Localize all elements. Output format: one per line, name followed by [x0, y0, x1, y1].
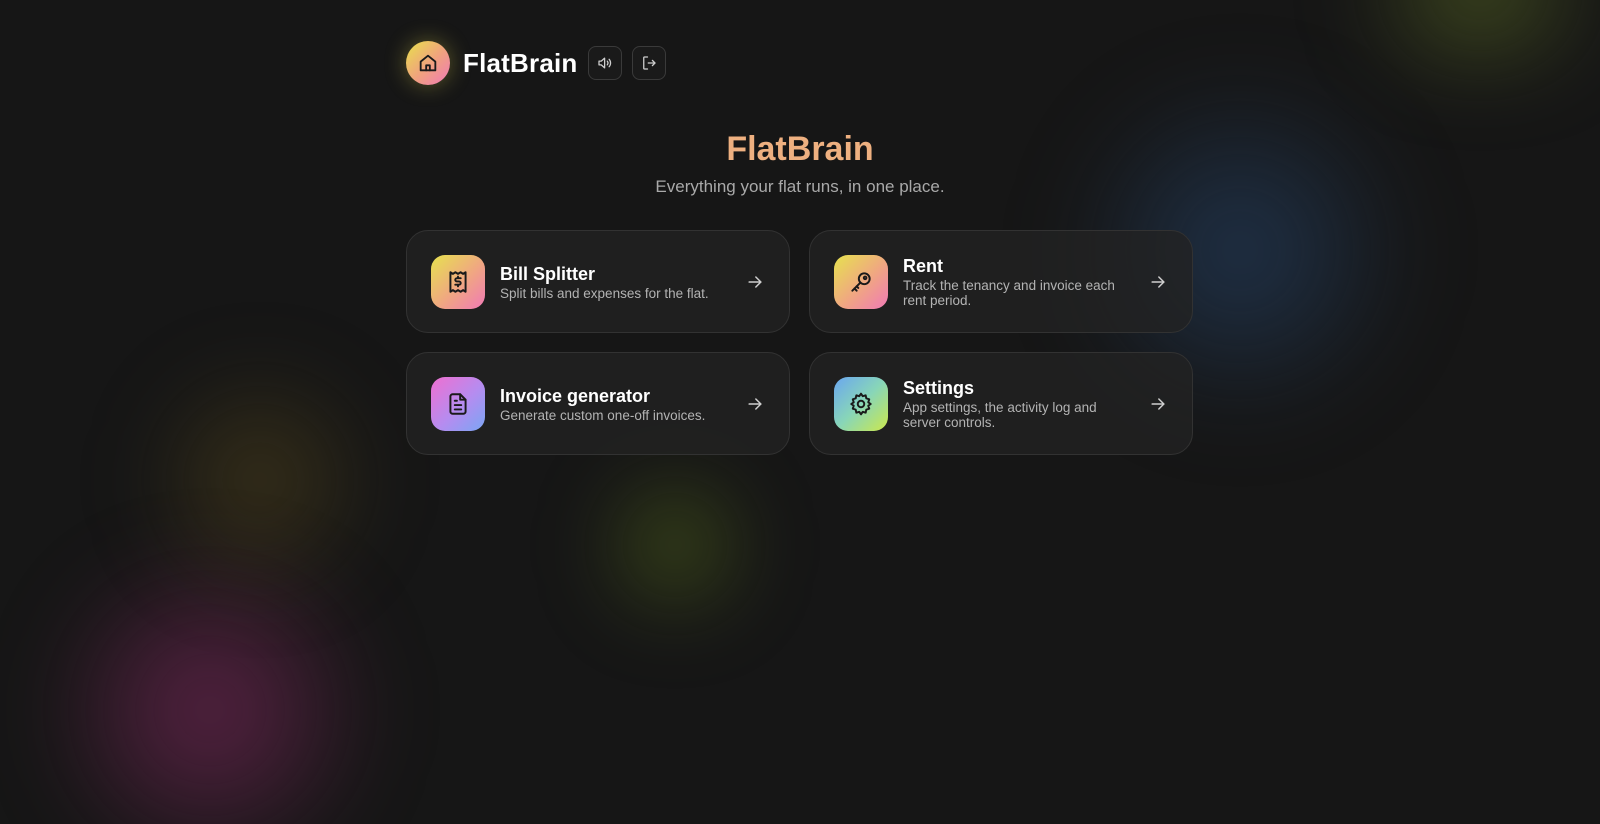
arrow-right-icon [748, 397, 762, 410]
home-logo-button[interactable] [406, 41, 450, 85]
key-icon [851, 271, 871, 292]
card-title: Bill Splitter [500, 263, 596, 284]
arrow-right-icon [748, 275, 762, 288]
bill-splitter-tile [431, 254, 485, 309]
brand-name: FlatBrain [463, 47, 578, 78]
rent-tile [834, 254, 888, 309]
gear-icon [850, 392, 872, 415]
card-description: App settings, the activity log and serve… [903, 400, 1097, 430]
rent-card[interactable]: Rent Track the tenancy and invoice each … [809, 230, 1193, 333]
card-title: Rent [903, 256, 943, 276]
background-glow [0, 0, 1600, 824]
invoice-generator-card[interactable]: Invoice generator Generate custom one-of… [406, 352, 790, 455]
document-icon [449, 392, 467, 415]
sound-button[interactable] [588, 46, 623, 80]
speaker-icon [598, 57, 612, 69]
invoice-generator-tile [431, 376, 485, 431]
receipt-icon [449, 270, 467, 293]
logout-icon [643, 56, 657, 70]
arrow-right-icon [1151, 397, 1165, 410]
card-title: Settings [903, 378, 975, 398]
top-bar: FlatBrain [406, 41, 667, 85]
settings-tile [834, 376, 888, 431]
card-description: Generate custom one-off invoices. [500, 407, 706, 423]
card-title: Invoice generator [500, 385, 651, 406]
logout-button[interactable] [632, 46, 667, 80]
card-description: Split bills and expenses for the flat. [500, 285, 709, 301]
arrow-right-icon [1151, 275, 1165, 288]
home-icon [419, 54, 437, 72]
page-subtitle: Everything your flat runs, in one place. [655, 177, 945, 196]
page-title: FlatBrain [726, 130, 874, 168]
bill-splitter-card[interactable]: Bill Splitter Split bills and expenses f… [406, 230, 790, 333]
card-description: Track the tenancy and invoice each rent … [903, 278, 1115, 308]
settings-card[interactable]: Settings App settings, the activity log … [809, 352, 1193, 455]
